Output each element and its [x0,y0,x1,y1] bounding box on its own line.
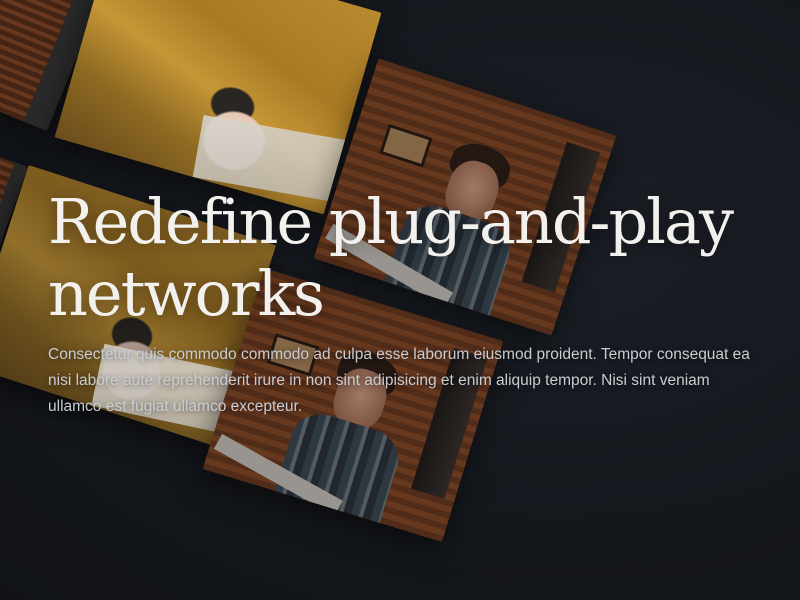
hero-description: Consectetur quis commodo commodo ad culp… [48,346,750,415]
hero-content: Redefine plug-and-play networks Consecte… [48,186,768,420]
hero-section: Redefine plug-and-play networks Consecte… [0,0,800,600]
hero-title: Redefine plug-and-play networks [48,185,734,330]
collage-photo-hands-laptop [54,0,382,215]
